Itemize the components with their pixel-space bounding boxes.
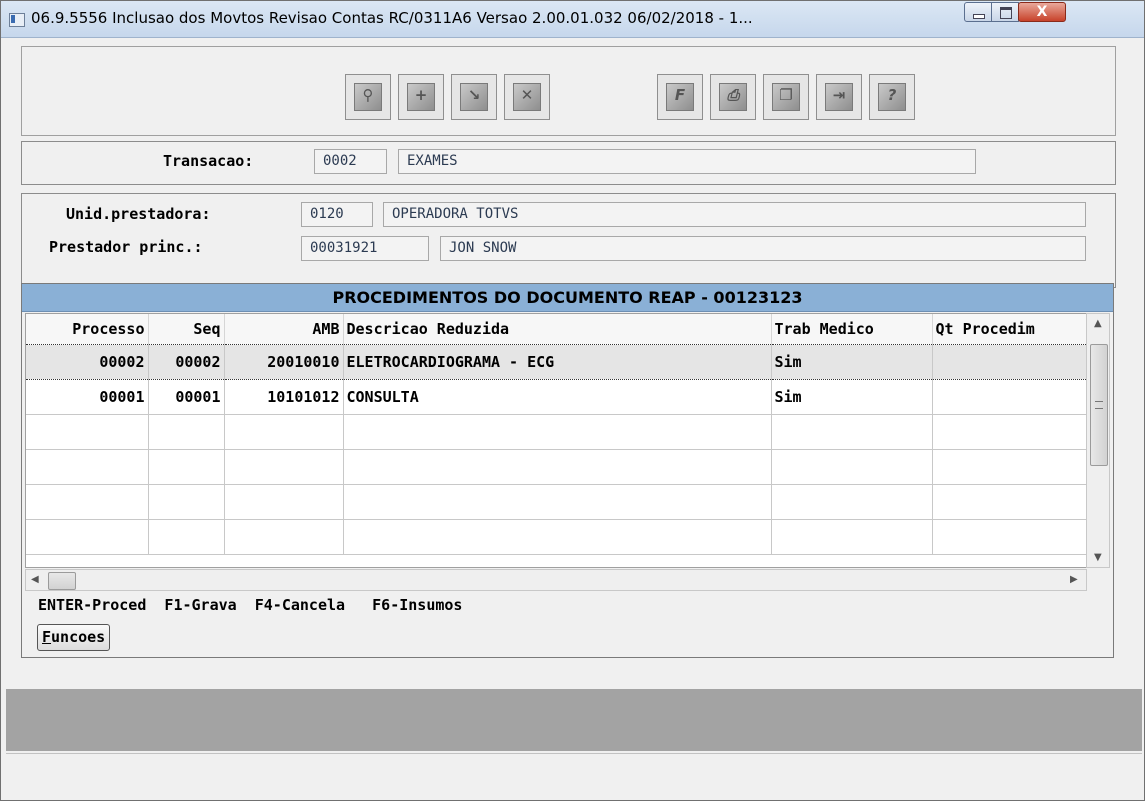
cell-processo: 00002 <box>26 344 149 380</box>
horizontal-scrollbar[interactable]: ◀ ▶ <box>25 569 1087 591</box>
scroll-up-icon[interactable]: ▲ <box>1094 318 1102 329</box>
window-title: 06.9.5556 Inclusao dos Movtos Revisao Co… <box>31 9 753 27</box>
scroll-right-icon[interactable]: ▶ <box>1070 574 1078 585</box>
toolbar-panel <box>21 46 1116 136</box>
transacao-label: Transacao: <box>163 152 254 170</box>
funcoes-hotkey: F <box>42 628 52 646</box>
unid-desc-field[interactable]: OPERADORA TOTVS <box>383 202 1086 227</box>
cell-trab-medico: Sim <box>771 344 933 380</box>
help-button[interactable] <box>869 74 915 120</box>
delete-button[interactable] <box>504 74 550 120</box>
exit-icon <box>825 83 853 111</box>
transacao-code-field[interactable]: 0002 <box>314 149 387 174</box>
filter-button[interactable] <box>657 74 703 120</box>
unid-label: Unid.prestadora: <box>66 205 211 223</box>
col-header-descricao[interactable]: Descricao Reduzida <box>343 314 772 345</box>
help-icon <box>878 83 906 111</box>
funcoes-button[interactable]: Funcoes <box>37 624 111 651</box>
col-header-seq[interactable]: Seq <box>148 314 225 345</box>
table-header-row: Processo Seq AMB Descricao Reduzida Trab… <box>26 314 1086 345</box>
prestador-code-field[interactable]: 00031921 <box>301 236 429 261</box>
cell-descricao: CONSULTA <box>343 379 772 415</box>
transacao-desc-field[interactable]: EXAMES <box>398 149 976 174</box>
procedimentos-grid[interactable]: Processo Seq AMB Descricao Reduzida Trab… <box>25 313 1087 568</box>
procedimentos-dialog: PROCEDIMENTOS DO DOCUMENTO REAP - 001231… <box>21 283 1114 658</box>
delete-icon <box>513 83 541 111</box>
table-row[interactable]: 00002 00002 20010010 ELETROCARDIOGRAMA -… <box>26 344 1086 380</box>
cell-trab-medico: Sim <box>771 379 933 415</box>
search-button[interactable] <box>345 74 391 120</box>
print-button[interactable] <box>710 74 756 120</box>
vertical-scrollbar[interactable]: ▲ ▼ <box>1086 313 1110 568</box>
table-row-empty[interactable] <box>26 484 1086 520</box>
maximize-button[interactable] <box>991 2 1019 22</box>
funcoes-label: uncoes <box>51 628 106 646</box>
cell-descricao: ELETROCARDIOGRAMA - ECG <box>343 344 772 380</box>
title-bar[interactable]: 06.9.5556 Inclusao dos Movtos Revisao Co… <box>1 1 1144 38</box>
cell-processo: 00001 <box>26 379 149 415</box>
dialog-title: PROCEDIMENTOS DO DOCUMENTO REAP - 001231… <box>22 284 1113 312</box>
copy-button[interactable] <box>763 74 809 120</box>
prestador-label: Prestador princ.: <box>49 238 203 256</box>
message-band <box>6 689 1142 751</box>
filter-icon <box>666 83 694 111</box>
function-keys-hint: ENTER-Proced F1-Grava F4-Cancela F6-Insu… <box>38 596 463 614</box>
table-row[interactable]: 00001 00001 10101012 CONSULTA Sim <box>26 379 1086 415</box>
scroll-left-icon[interactable]: ◀ <box>31 574 39 585</box>
col-header-trab-medico[interactable]: Trab Medico <box>771 314 933 345</box>
maximize-icon <box>1000 7 1012 19</box>
cell-qt-procedim <box>932 379 1086 415</box>
unid-code-field[interactable]: 0120 <box>301 202 373 227</box>
edit-icon <box>460 83 488 111</box>
minimize-icon <box>973 14 985 19</box>
add-icon <box>407 83 435 111</box>
close-icon: X <box>1036 4 1048 20</box>
procedimentos-table: Processo Seq AMB Descricao Reduzida Trab… <box>26 314 1086 555</box>
cell-qt-procedim <box>932 344 1086 380</box>
cell-seq: 00001 <box>148 379 225 415</box>
exit-button[interactable] <box>816 74 862 120</box>
edit-button[interactable] <box>451 74 497 120</box>
table-row-empty[interactable] <box>26 519 1086 555</box>
prestador-desc-field[interactable]: JON SNOW <box>440 236 1086 261</box>
cell-amb: 20010010 <box>224 344 344 380</box>
table-row-empty[interactable] <box>26 414 1086 450</box>
close-button[interactable]: X <box>1018 2 1066 22</box>
vertical-scroll-thumb[interactable] <box>1090 344 1108 466</box>
search-icon <box>354 83 382 111</box>
cell-amb: 10101012 <box>224 379 344 415</box>
col-header-qt-procedim[interactable]: Qt Procedim <box>932 314 1086 345</box>
copy-icon <box>772 83 800 111</box>
application-window: 06.9.5556 Inclusao dos Movtos Revisao Co… <box>0 0 1145 801</box>
add-button[interactable] <box>398 74 444 120</box>
status-bar <box>6 753 1142 792</box>
minimize-button[interactable] <box>964 2 992 22</box>
col-header-processo[interactable]: Processo <box>26 314 149 345</box>
horizontal-scroll-thumb[interactable] <box>48 572 76 590</box>
scroll-down-icon[interactable]: ▼ <box>1094 552 1102 563</box>
cell-seq: 00002 <box>148 344 225 380</box>
app-icon[interactable] <box>9 13 25 27</box>
print-icon <box>719 83 747 111</box>
col-header-amb[interactable]: AMB <box>224 314 344 345</box>
table-row-empty[interactable] <box>26 449 1086 485</box>
